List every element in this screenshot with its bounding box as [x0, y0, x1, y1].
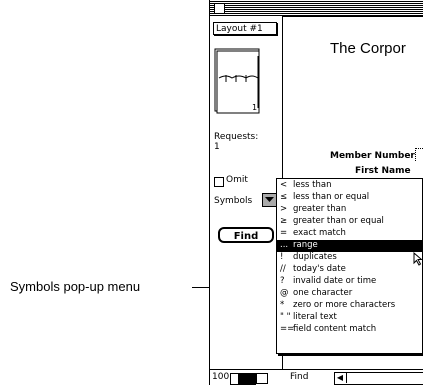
mode-label: Find [290, 372, 309, 382]
scroll-left-icon[interactable]: ◀ [334, 372, 347, 383]
omit-checkbox[interactable] [214, 177, 224, 187]
requests-count: 1 [214, 142, 220, 152]
menu-item-invalid-date[interactable]: ? invalid date or time [277, 276, 423, 288]
status-area: Layout #1 1 Requests: 1 Omit Symbols Fin… [210, 16, 283, 369]
member-number-label: Member Number [330, 151, 415, 161]
close-box[interactable] [214, 3, 225, 14]
bottom-bar: 100 Find ◀ [210, 369, 423, 386]
zoom-control-icon[interactable] [230, 373, 256, 385]
menu-item-one-character[interactable]: @ one character [277, 288, 423, 300]
layout-title: The Corpor [330, 40, 406, 57]
requests-info: Requests: 1 [214, 132, 258, 152]
menu-item-duplicates[interactable]: ! duplicates [277, 252, 423, 264]
menu-item-zero-or-more[interactable]: * zero or more characters [277, 300, 423, 312]
menu-item-literal-text[interactable]: " " literal text [277, 312, 423, 324]
menu-item-field-content-match[interactable]: ==field content match [277, 324, 423, 336]
mouse-pointer-icon [413, 251, 423, 270]
symbols-label: Symbols [214, 196, 253, 206]
menu-item-less-than-or-equal[interactable]: ≤ less than or equal [277, 192, 423, 204]
menu-item-range[interactable]: ... range [277, 240, 423, 252]
symbols-popup-button[interactable] [262, 193, 277, 207]
symbols-menu: < less than ≤ less than or equal > greater … [276, 178, 423, 354]
horizontal-scrollbar[interactable] [334, 372, 423, 385]
book-page-number: 1 [252, 103, 257, 112]
book-icon[interactable]: 1 [214, 48, 272, 118]
menu-item-exact-match[interactable]: = exact match [277, 228, 423, 240]
member-number-field[interactable] [415, 148, 423, 161]
menu-item-greater-than-or-equal[interactable]: ≥ greater than or equal [277, 216, 423, 228]
status-area-toggle-icon[interactable] [256, 373, 268, 384]
title-bar[interactable] [210, 0, 423, 17]
callout-label: Symbols pop-up menu [10, 279, 141, 294]
find-button[interactable]: Find [218, 227, 274, 243]
layout-popup[interactable]: Layout #1 [213, 22, 277, 35]
menu-item-todays-date[interactable]: //today's date [277, 264, 423, 276]
menu-item-greater-than[interactable]: > greater than [277, 204, 423, 216]
chevron-down-icon [265, 197, 274, 202]
requests-label: Requests: [214, 132, 259, 142]
zoom-level[interactable]: 100 [212, 372, 229, 382]
omit-label: Omit [226, 175, 248, 185]
menu-item-less-than[interactable]: < less than [277, 180, 423, 192]
first-name-label: First Name [355, 166, 411, 176]
